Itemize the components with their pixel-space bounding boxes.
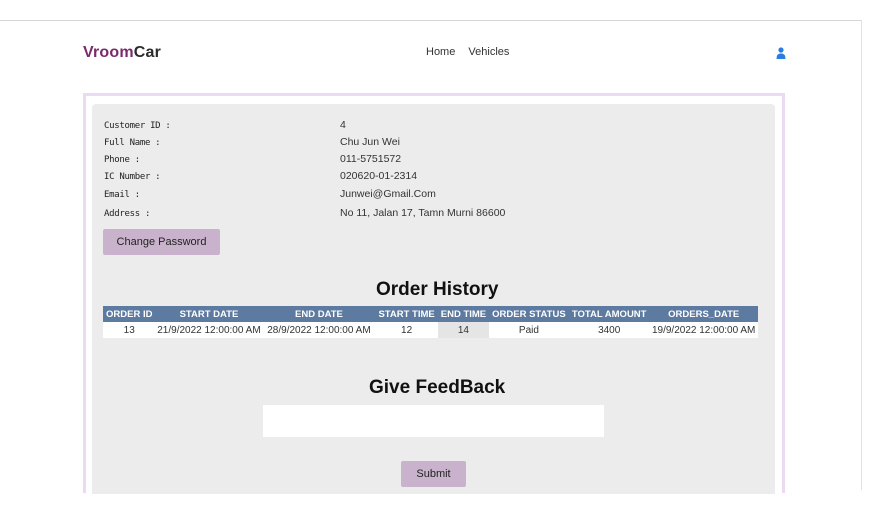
table-header-row: ORDER ID START DATE END DATE START TIME … (103, 306, 758, 322)
submit-button[interactable]: Submit (401, 461, 466, 487)
cell-total-amount: 3400 (568, 322, 650, 338)
phone-value: 011-5751572 (340, 153, 402, 165)
email-label: Email : (104, 190, 140, 200)
full-name-label: Full Name : (104, 138, 161, 148)
brand-logo[interactable]: VroomCar (83, 44, 161, 62)
nav-home-link[interactable]: Home (426, 46, 455, 58)
table-row: 13 21/9/2022 12:00:00 AM 28/9/2022 12:00… (103, 322, 758, 338)
change-password-button[interactable]: Change Password (103, 229, 220, 255)
column-header-start-date: START DATE (155, 306, 263, 322)
user-icon[interactable] (776, 47, 786, 59)
brand-part-vroom: Vroom (83, 44, 134, 61)
navbar: VroomCar Home Vehicles (0, 21, 862, 85)
brand-part-car: Car (133, 44, 162, 61)
cell-end-time: 14 (437, 322, 490, 338)
cell-start-date: 21/9/2022 12:00:00 AM (155, 322, 263, 338)
column-header-order-id: ORDER ID (103, 306, 156, 322)
order-history-table: ORDER ID START DATE END DATE START TIME … (103, 306, 758, 338)
address-value: No 11, Jalan 17, Tamn Murni 86600 (340, 207, 506, 219)
phone-label: Phone : (104, 155, 140, 165)
feedback-title: Give FeedBack (369, 377, 506, 398)
column-header-end-time: END TIME (437, 306, 490, 322)
full-name-value: Chu Jun Wei (340, 136, 400, 148)
email-value: Junwei@Gmail.Com (340, 188, 436, 200)
column-header-end-date: END DATE (262, 306, 376, 322)
right-divider (861, 20, 862, 490)
ic-number-value: 020620-01-2314 (340, 170, 418, 182)
cell-orders-date: 19/9/2022 12:00:00 AM (649, 322, 758, 338)
ic-number-label: IC Number : (104, 172, 161, 182)
column-header-order-status: ORDER STATUS (489, 306, 569, 322)
column-header-orders-date: ORDERS_DATE (649, 306, 758, 322)
customer-id-value: 4 (340, 119, 346, 131)
cell-start-time: 12 (375, 322, 438, 338)
cell-order-status: Paid (489, 322, 569, 338)
nav-vehicles-link[interactable]: Vehicles (468, 46, 509, 58)
column-header-total-amount: TOTAL AMOUNT (568, 306, 650, 322)
order-history-title: Order History (376, 279, 499, 300)
cell-end-date: 28/9/2022 12:00:00 AM (262, 322, 376, 338)
nav-links: Home Vehicles (426, 46, 519, 58)
feedback-input[interactable] (263, 405, 604, 437)
cell-order-id: 13 (103, 322, 156, 338)
customer-id-label: Customer ID : (104, 121, 171, 131)
column-header-start-time: START TIME (375, 306, 438, 322)
address-label: Address : (104, 209, 151, 219)
